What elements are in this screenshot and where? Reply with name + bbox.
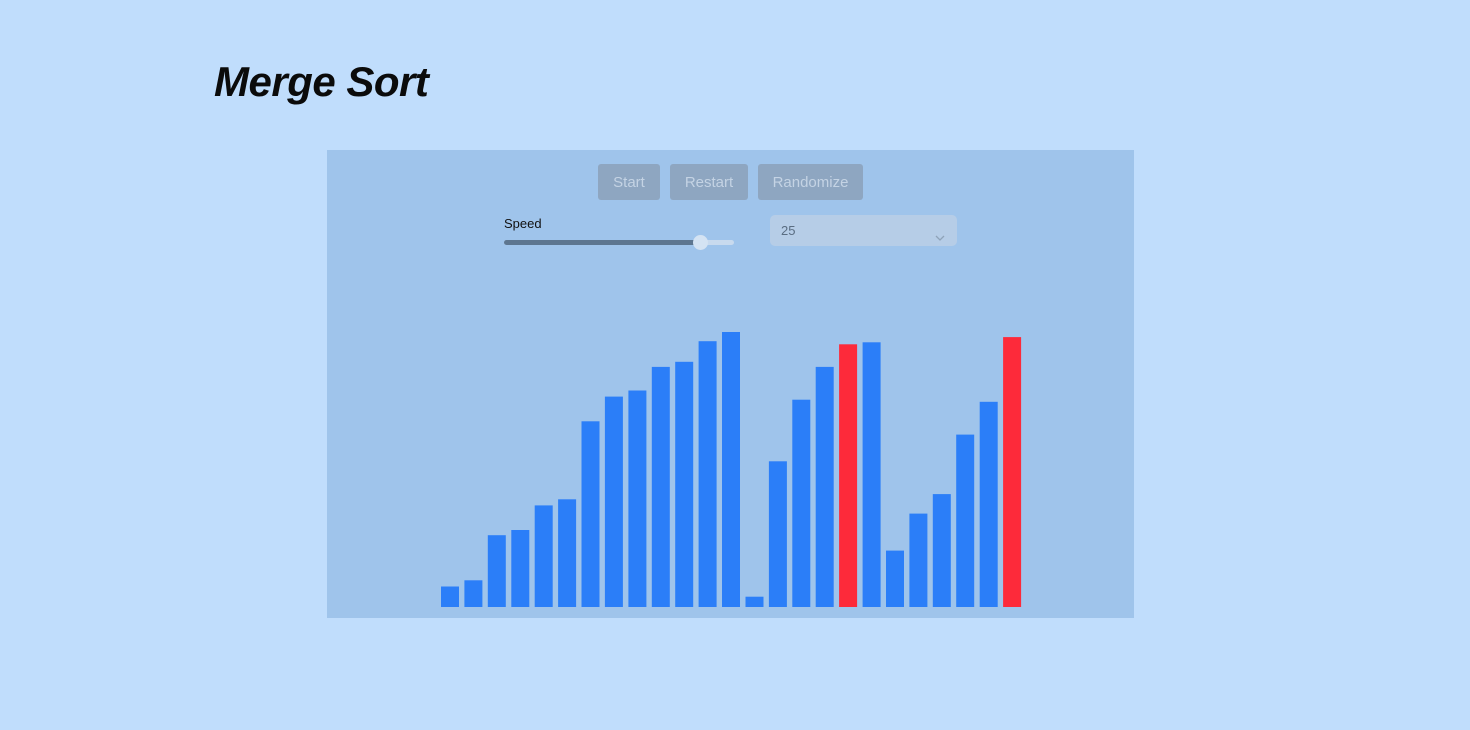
bar <box>722 332 740 607</box>
bar <box>581 421 600 607</box>
bar <box>675 361 694 607</box>
bar <box>441 586 459 607</box>
sort-bars-chart <box>441 332 1022 607</box>
bar <box>979 401 998 607</box>
bar <box>651 366 670 607</box>
bar <box>464 580 483 607</box>
bar <box>511 530 530 607</box>
bar <box>932 494 951 607</box>
bar <box>558 499 577 607</box>
bar-active <box>839 344 858 607</box>
bar <box>698 341 717 607</box>
page-title: Merge Sort <box>214 58 429 105</box>
bar <box>628 390 647 607</box>
bar <box>534 505 553 607</box>
bar-active <box>1003 337 1022 607</box>
bar <box>815 366 834 607</box>
bar <box>768 461 787 607</box>
bar <box>487 535 506 607</box>
bar <box>745 596 764 607</box>
bar <box>862 342 881 607</box>
bar <box>956 434 975 607</box>
bar <box>909 513 928 607</box>
bar <box>792 399 811 607</box>
visualizer-panel: Start Restart Randomize Speed 25 <box>327 150 1134 618</box>
bar <box>604 396 623 607</box>
bar <box>886 550 904 607</box>
